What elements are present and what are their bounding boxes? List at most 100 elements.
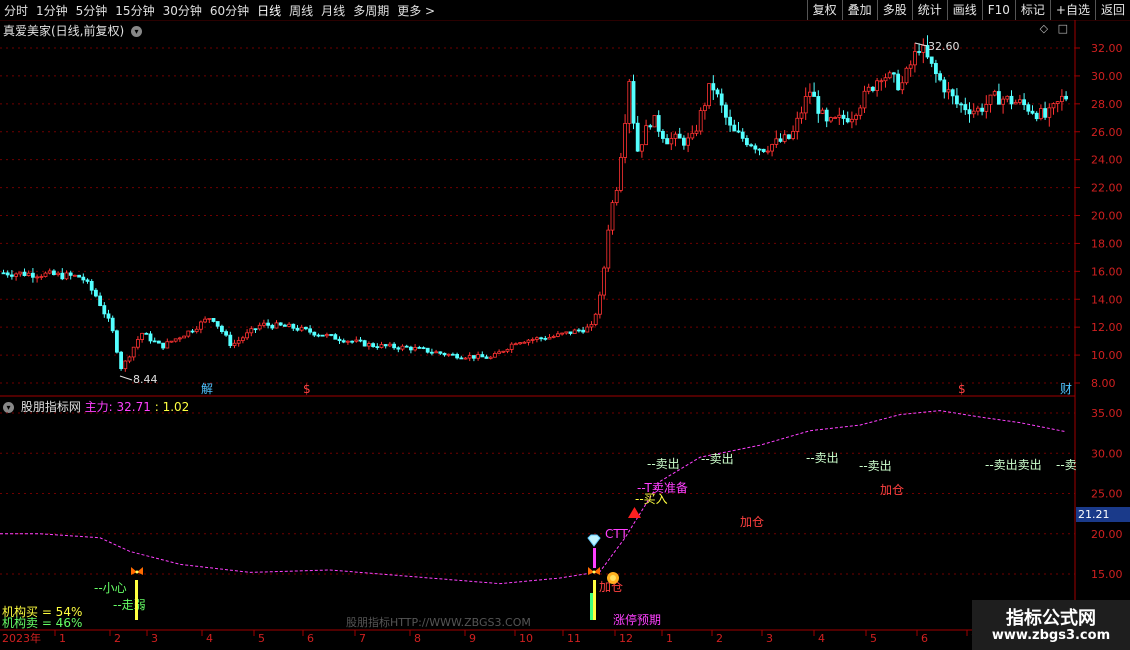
candle-up bbox=[971, 110, 976, 115]
candle-down bbox=[270, 324, 275, 329]
diamond-gem-icon bbox=[587, 534, 601, 547]
annotation-sell-sell: --卖出卖出 bbox=[985, 458, 1042, 472]
month-label: 10 bbox=[519, 632, 533, 645]
candle-up bbox=[837, 114, 842, 118]
low-price-label: 8.44 bbox=[133, 373, 158, 386]
candle-down bbox=[404, 345, 409, 348]
candle-down bbox=[421, 347, 426, 350]
candle-up bbox=[345, 340, 350, 343]
candle-down bbox=[190, 330, 195, 333]
candle-up bbox=[232, 342, 237, 346]
indicator-tick-label: 20.00 bbox=[1091, 528, 1123, 541]
candle-up bbox=[829, 117, 833, 122]
candle-down bbox=[929, 56, 934, 64]
price-tick-label: 20.00 bbox=[1091, 210, 1123, 223]
candle-down bbox=[841, 114, 846, 119]
candle-up bbox=[287, 323, 292, 327]
price-tick-label: 30.00 bbox=[1091, 70, 1123, 83]
candle-down bbox=[761, 148, 766, 153]
butterfly-icon bbox=[131, 567, 143, 575]
candle-up bbox=[530, 339, 535, 341]
candle-down bbox=[917, 51, 921, 53]
chart-canvas[interactable]: 32.0030.0028.0026.0024.0022.0020.0018.00… bbox=[0, 0, 1130, 650]
candle-down bbox=[1034, 112, 1039, 120]
candle-down bbox=[450, 353, 455, 356]
candle-up bbox=[988, 94, 993, 105]
candle-down bbox=[892, 72, 896, 75]
low-price-pointer bbox=[119, 375, 133, 381]
candle-down bbox=[110, 317, 115, 332]
candle-up bbox=[39, 276, 44, 278]
candle-down bbox=[228, 334, 233, 346]
candle-up bbox=[1060, 95, 1064, 103]
candle-up bbox=[169, 340, 174, 343]
price-tick-label: 8.00 bbox=[1091, 377, 1116, 390]
candle-up bbox=[694, 130, 699, 134]
candle-down bbox=[303, 326, 308, 330]
candle-down bbox=[392, 343, 397, 349]
price-tick-label: 18.00 bbox=[1091, 237, 1123, 250]
candle-down bbox=[312, 331, 317, 336]
candle-up bbox=[904, 67, 909, 84]
month-label: 7 bbox=[359, 632, 366, 645]
candle-down bbox=[816, 96, 821, 114]
candle-down bbox=[89, 280, 94, 291]
candle-up bbox=[766, 150, 770, 153]
date-axis: 2023年1234567891011121234567 bbox=[0, 629, 1075, 645]
candle-up bbox=[131, 346, 136, 358]
candle-up bbox=[354, 339, 359, 342]
candle-up bbox=[1047, 107, 1052, 118]
price-tick-label: 12.00 bbox=[1091, 321, 1123, 334]
candle-up bbox=[866, 86, 871, 92]
candle-down bbox=[1009, 95, 1014, 105]
month-label: 1 bbox=[666, 632, 673, 645]
candle-up bbox=[589, 324, 594, 328]
candle-up bbox=[488, 356, 493, 359]
candle-up bbox=[547, 336, 552, 340]
candle-down bbox=[950, 89, 955, 97]
candle-up bbox=[56, 272, 60, 276]
candle-up bbox=[652, 115, 657, 128]
candle-up bbox=[73, 274, 77, 277]
candle-up bbox=[623, 123, 627, 158]
candle-down bbox=[81, 276, 86, 281]
candle-down bbox=[148, 333, 153, 342]
candle-up bbox=[913, 51, 917, 66]
candle-up bbox=[782, 134, 787, 142]
month-label: 5 bbox=[870, 632, 877, 645]
candle-up bbox=[186, 330, 191, 337]
candle-up bbox=[908, 64, 913, 69]
candle-up bbox=[883, 77, 888, 82]
candle-up bbox=[47, 270, 52, 274]
candle-up bbox=[610, 202, 615, 231]
candle-up bbox=[921, 45, 926, 53]
candle-up bbox=[556, 333, 560, 337]
candle-down bbox=[156, 340, 161, 344]
candle-down bbox=[787, 134, 791, 139]
month-label: 11 bbox=[567, 632, 581, 645]
candle-up bbox=[862, 90, 867, 109]
candle-up bbox=[1039, 108, 1043, 120]
candle-up bbox=[799, 112, 804, 119]
candle-up bbox=[946, 89, 951, 93]
candle-down bbox=[308, 328, 313, 333]
annotation-sell-partial: --卖 bbox=[1056, 458, 1077, 472]
price-tick-label: 16.00 bbox=[1091, 265, 1123, 278]
candle-up bbox=[140, 332, 145, 340]
candle-down bbox=[219, 325, 224, 332]
candle-up bbox=[413, 347, 418, 351]
candle-down bbox=[677, 133, 682, 139]
candle-down bbox=[144, 332, 149, 335]
candle-up bbox=[18, 271, 23, 275]
candle-down bbox=[408, 346, 413, 351]
candle-down bbox=[1030, 110, 1035, 114]
candle-down bbox=[682, 137, 686, 146]
candle-up bbox=[1013, 101, 1018, 105]
candle-up bbox=[602, 267, 606, 296]
candle-up bbox=[434, 351, 439, 354]
candle-up bbox=[795, 117, 800, 132]
month-label: 5 bbox=[258, 632, 265, 645]
candle-down bbox=[455, 353, 460, 359]
candle-up bbox=[887, 72, 892, 79]
candle-down bbox=[631, 81, 636, 124]
